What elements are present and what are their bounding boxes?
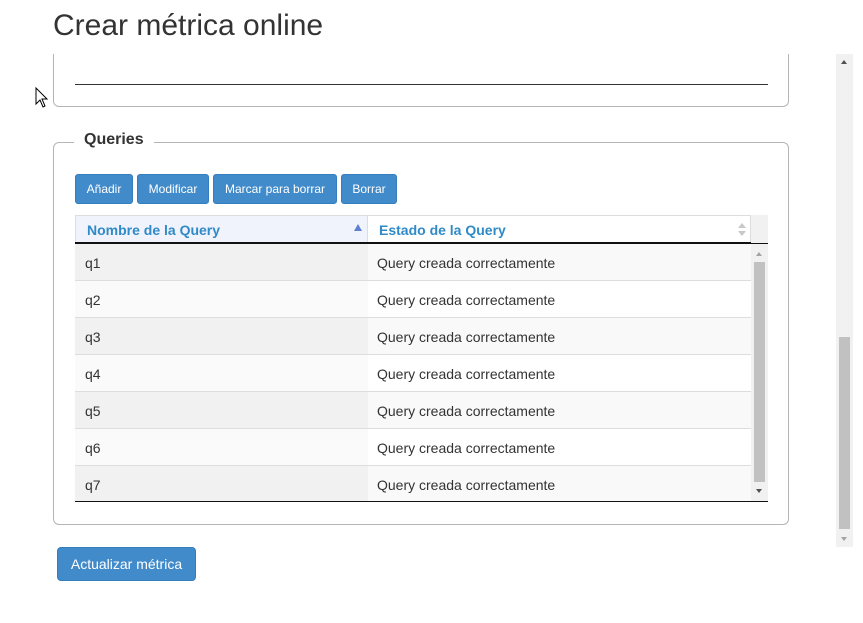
- page-scrollbar[interactable]: [836, 54, 853, 547]
- column-header-label: Nombre de la Query: [87, 222, 221, 238]
- query-name-cell: q7: [75, 466, 368, 501]
- table-body: q1 Query creada correctamente q2 Query c…: [75, 244, 751, 501]
- query-status-cell: Query creada correctamente: [368, 466, 751, 501]
- table-bottom-border: [75, 501, 768, 502]
- text-field-underline: [75, 84, 768, 85]
- column-header-query-name[interactable]: Nombre de la Query: [75, 215, 368, 242]
- scroll-up-arrow-icon[interactable]: [841, 60, 847, 64]
- table-scrollbar[interactable]: [751, 244, 768, 501]
- query-name-cell: q3: [75, 318, 368, 354]
- query-status-cell: Query creada correctamente: [368, 244, 751, 280]
- sort-asc-icon: [354, 224, 362, 231]
- mark-delete-query-button[interactable]: Marcar para borrar: [213, 174, 337, 204]
- page-scrollbar-thumb[interactable]: [839, 337, 850, 529]
- query-status-cell: Query creada correctamente: [368, 429, 751, 465]
- header-scroll-corner: [751, 215, 768, 243]
- metric-details-fieldset: [53, 54, 789, 107]
- add-query-button[interactable]: Añadir: [75, 174, 133, 204]
- delete-query-button[interactable]: Borrar: [341, 174, 397, 204]
- table-row[interactable]: q1 Query creada correctamente: [75, 244, 751, 281]
- table-header: Nombre de la Query Estado de la Query: [75, 215, 768, 244]
- query-status-cell: Query creada correctamente: [368, 355, 751, 391]
- scroll-up-arrow-icon[interactable]: [756, 252, 762, 256]
- query-name-cell: q5: [75, 392, 368, 428]
- table-row[interactable]: q4 Query creada correctamente: [75, 355, 751, 392]
- table-row[interactable]: q2 Query creada correctamente: [75, 281, 751, 318]
- scroll-down-arrow-icon[interactable]: [756, 489, 762, 493]
- query-name-cell: q6: [75, 429, 368, 465]
- query-name-cell: q1: [75, 244, 368, 280]
- mouse-pointer-icon: [35, 87, 49, 108]
- scroll-down-arrow-icon[interactable]: [841, 537, 847, 541]
- column-header-query-status[interactable]: Estado de la Query: [368, 215, 751, 242]
- table-row[interactable]: q6 Query creada correctamente: [75, 429, 751, 466]
- column-header-label: Estado de la Query: [379, 222, 506, 238]
- modify-query-button[interactable]: Modificar: [137, 174, 209, 204]
- sort-both-icon: [738, 223, 746, 237]
- queries-table: Nombre de la Query Estado de la Query q1…: [75, 215, 768, 502]
- table-row[interactable]: q7 Query creada correctamente: [75, 466, 751, 501]
- query-name-cell: q2: [75, 281, 368, 317]
- page-title: Crear métrica online: [53, 9, 324, 42]
- table-scrollbar-thumb[interactable]: [754, 262, 765, 482]
- table-row[interactable]: q5 Query creada correctamente: [75, 392, 751, 429]
- query-name-cell: q4: [75, 355, 368, 391]
- query-status-cell: Query creada correctamente: [368, 392, 751, 428]
- update-metric-button[interactable]: Actualizar métrica: [57, 547, 196, 581]
- query-status-cell: Query creada correctamente: [368, 281, 751, 317]
- query-status-cell: Query creada correctamente: [368, 318, 751, 354]
- table-row[interactable]: q3 Query creada correctamente: [75, 318, 751, 355]
- queries-legend: Queries: [74, 131, 154, 149]
